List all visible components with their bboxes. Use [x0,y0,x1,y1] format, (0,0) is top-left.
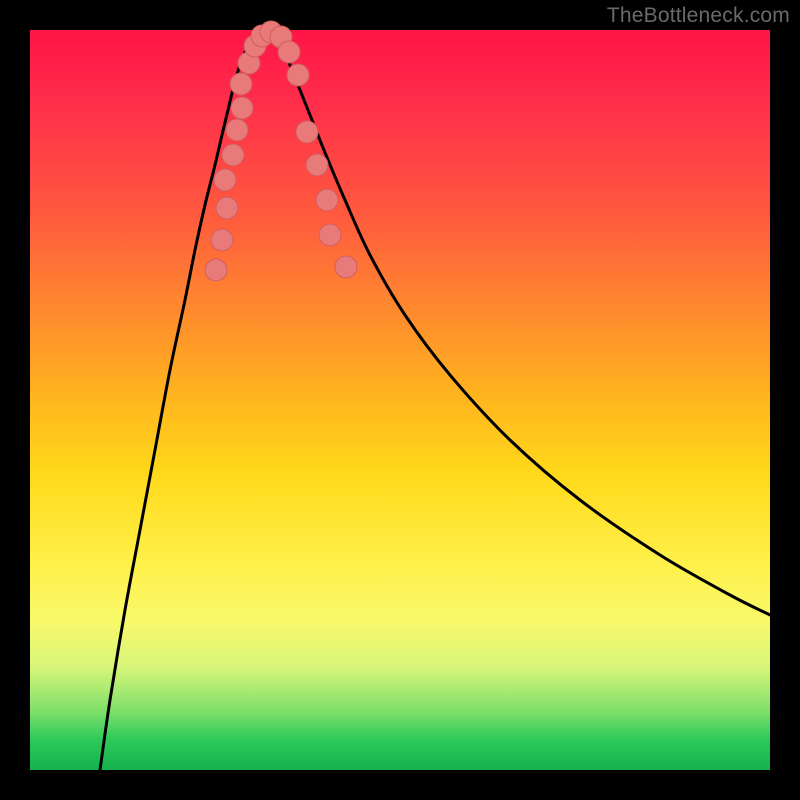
highlight-dot [216,197,238,219]
highlight-dot [316,189,338,211]
series-left-branch [100,33,258,770]
watermark-text: TheBottleneck.com [607,4,790,28]
curve-layer [30,30,770,770]
bottleneck-curve [100,32,770,770]
highlight-dot [214,169,236,191]
highlight-dot [335,256,357,278]
highlight-dot [226,119,248,141]
highlight-dot [211,229,233,251]
highlight-dot [278,41,300,63]
highlight-dot [222,144,244,166]
highlight-dot [231,97,253,119]
highlight-dot [287,64,309,86]
plot-area [30,30,770,770]
highlight-dot [205,259,227,281]
highlight-dot [306,154,328,176]
series-right-branch [276,33,770,615]
highlight-dot [230,73,252,95]
highlight-dot [319,224,341,246]
chart-stage: TheBottleneck.com [0,0,800,800]
highlight-dots [205,21,357,281]
highlight-dot [296,121,318,143]
